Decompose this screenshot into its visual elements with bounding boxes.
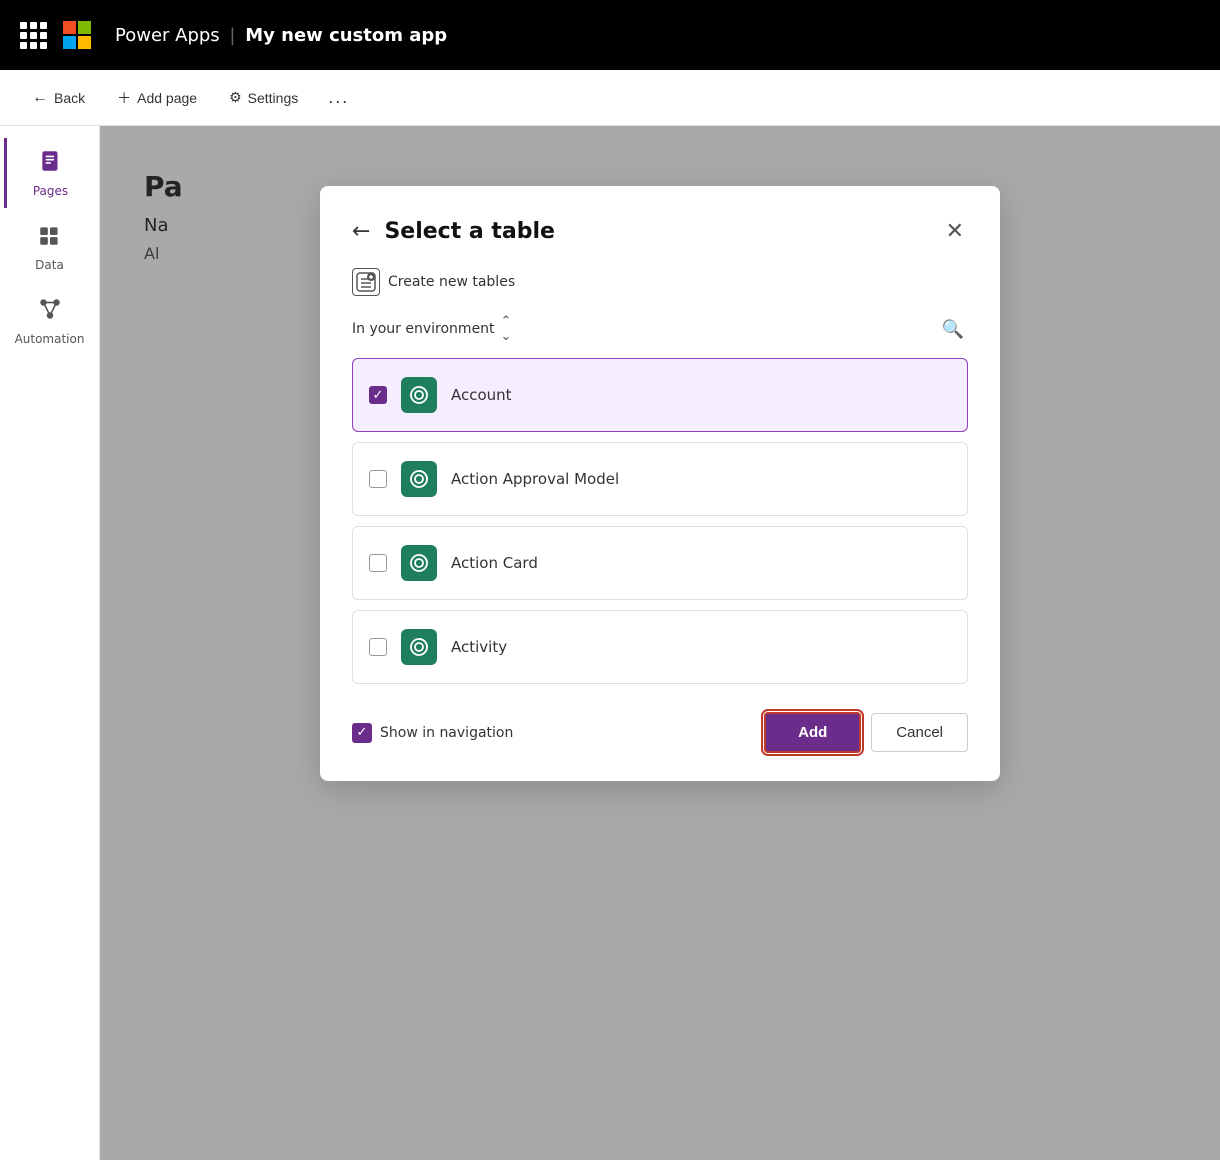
table-name-account: Account <box>451 386 512 404</box>
sidebar-data-label: Data <box>35 258 64 272</box>
grid-menu-icon[interactable] <box>20 22 47 49</box>
nav-product-title: Power Apps | My new custom app <box>115 25 447 46</box>
table-checkbox-activity[interactable] <box>369 638 387 656</box>
create-table-icon <box>352 268 380 296</box>
back-label: Back <box>54 90 85 106</box>
show-navigation-checkbox[interactable] <box>352 723 372 743</box>
content-area: Pa Na Al ← Select a table ✕ <box>100 126 1220 1160</box>
plus-icon: ＋ <box>117 88 131 108</box>
automation-icon <box>37 296 63 328</box>
show-navigation-label: Show in navigation <box>380 725 513 741</box>
table-checkbox-action-approval[interactable] <box>369 470 387 488</box>
sidebar-item-automation[interactable]: Automation <box>6 286 94 356</box>
environment-text: In your environment <box>352 321 495 337</box>
add-page-button[interactable]: ＋ Add page <box>105 82 209 114</box>
sidebar: Pages Data <box>0 126 100 1160</box>
sidebar-item-pages[interactable]: Pages <box>4 138 92 208</box>
table-item-account[interactable]: Account <box>352 358 968 432</box>
dialog-overlay: ← Select a table ✕ <box>100 126 1220 1160</box>
dialog-header: ← Select a table ✕ <box>352 214 968 248</box>
microsoft-logo <box>63 21 91 49</box>
table-icon-action-approval <box>401 461 437 497</box>
table-icon-account <box>401 377 437 413</box>
sidebar-automation-label: Automation <box>15 332 85 346</box>
dialog-title: Select a table <box>384 219 555 244</box>
table-checkbox-account[interactable] <box>369 386 387 404</box>
pages-icon <box>38 148 64 180</box>
table-item-action-approval[interactable]: Action Approval Model <box>352 442 968 516</box>
top-navbar: Power Apps | My new custom app <box>0 0 1220 70</box>
table-list: Account Action Approval Model <box>352 358 968 684</box>
gear-icon: ⚙ <box>229 89 242 106</box>
select-table-dialog: ← Select a table ✕ <box>320 186 1000 781</box>
dialog-footer: Show in navigation Add Cancel <box>352 704 968 753</box>
toolbar: ← Back ＋ Add page ⚙ Settings ... <box>0 70 1220 126</box>
environment-label[interactable]: In your environment ⌃⌄ <box>352 314 511 344</box>
cancel-button[interactable]: Cancel <box>871 713 968 752</box>
add-button[interactable]: Add <box>764 712 861 753</box>
search-icon: 🔍 <box>942 319 964 339</box>
create-new-tables-label: Create new tables <box>388 274 515 290</box>
settings-label: Settings <box>248 90 299 106</box>
table-name-action-approval: Action Approval Model <box>451 470 619 488</box>
dialog-close-button[interactable]: ✕ <box>942 214 968 248</box>
create-new-tables-row[interactable]: Create new tables <box>352 268 968 296</box>
more-label: ... <box>328 87 349 108</box>
table-item-activity[interactable]: Activity <box>352 610 968 684</box>
more-button[interactable]: ... <box>318 81 359 114</box>
main-area: Pages Data <box>0 126 1220 1160</box>
environment-row: In your environment ⌃⌄ 🔍 <box>352 314 968 344</box>
add-page-label: Add page <box>137 90 197 106</box>
show-navigation-row: Show in navigation <box>352 723 513 743</box>
table-name-action-card: Action Card <box>451 554 538 572</box>
sidebar-item-data[interactable]: Data <box>6 212 94 282</box>
dialog-title-row: ← Select a table <box>352 219 555 244</box>
table-icon-action-card <box>401 545 437 581</box>
chevron-updown-icon: ⌃⌄ <box>501 314 512 344</box>
arrow-left-icon: ← <box>32 89 48 107</box>
settings-button[interactable]: ⚙ Settings <box>217 83 310 112</box>
sidebar-pages-label: Pages <box>33 184 68 198</box>
dialog-back-icon[interactable]: ← <box>352 219 370 244</box>
table-item-action-card[interactable]: Action Card <box>352 526 968 600</box>
table-checkbox-action-card[interactable] <box>369 554 387 572</box>
table-name-activity: Activity <box>451 638 507 656</box>
back-button[interactable]: ← Back <box>20 83 97 113</box>
data-icon <box>37 222 63 254</box>
search-button[interactable]: 🔍 <box>938 315 968 344</box>
table-icon-activity <box>401 629 437 665</box>
